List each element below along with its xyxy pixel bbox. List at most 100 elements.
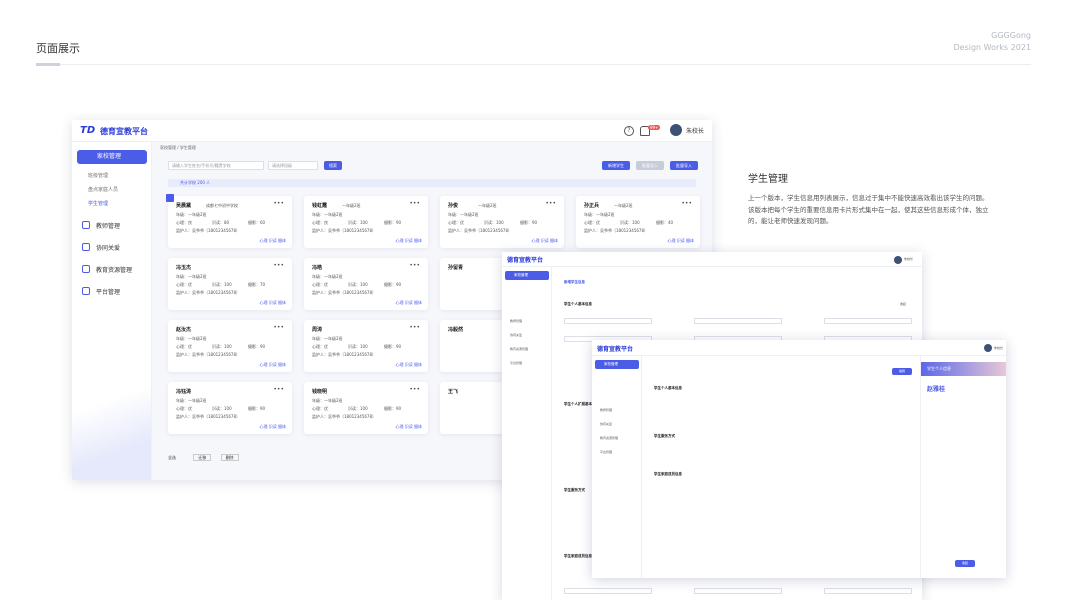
more-options-icon[interactable]: ••• [273, 324, 284, 331]
notification-badge: 99+ [648, 125, 661, 130]
class-select[interactable]: 请选择班级 [268, 161, 318, 170]
student-count: 共计学校 200 人 [168, 179, 696, 187]
guardian-info: 监护人：吴爷爷（18012345678） [176, 352, 240, 357]
card-action-links[interactable]: 心理 识读 摄体 [259, 362, 286, 368]
score-photo: 摄影：60 [248, 220, 266, 225]
sidebar-item-platform[interactable]: 平台管理 [96, 287, 120, 296]
edit-button[interactable]: 编辑 [892, 368, 912, 375]
form-title: 新增学生信息 [564, 280, 585, 284]
score-photo: 摄影：90 [520, 220, 538, 225]
card-action-links[interactable]: 心理 识读 摄体 [259, 300, 286, 306]
student-card[interactable]: 冯皓 ••• 年级：一年级2班 心理：优 识读：100 摄影：90 监护人：吴爷爷（1801… [304, 258, 428, 310]
sidebar-item-resources[interactable]: 教育资源管理 [96, 265, 132, 274]
student-name: 冯皓 [312, 265, 323, 271]
card-action-links[interactable]: 心理 识读 摄体 [395, 300, 422, 306]
score-photo: 摄影：40 [656, 220, 674, 225]
form-sidebar-item-care[interactable]: 协同关爱 [510, 333, 522, 337]
form-field[interactable] [824, 588, 912, 594]
score-reading: 识读：80 [212, 220, 230, 225]
sidebar-item-care[interactable]: 协同关爱 [96, 243, 120, 252]
batch-import-button[interactable]: 批量导入 [670, 161, 698, 170]
student-name: 冯玉杰 [176, 265, 192, 271]
form-field[interactable] [564, 318, 652, 324]
form-field[interactable] [694, 318, 782, 324]
more-options-icon[interactable]: ••• [409, 200, 420, 207]
student-class: 年级：一年级2班 [448, 212, 479, 217]
form-logo: 德育宣教平台 [507, 257, 544, 264]
search-input[interactable]: 请输入学生姓名/手机号/籍贯学校 [168, 161, 264, 170]
form-field[interactable] [694, 588, 782, 594]
add-student-button[interactable]: 新增学生 [602, 161, 630, 170]
card-action-links[interactable]: 心理 识读 摄体 [259, 424, 286, 430]
avatar[interactable] [670, 124, 682, 136]
student-class: 年级：一年级2班 [312, 398, 343, 403]
form-collapse-link[interactable]: 收起 [900, 302, 906, 306]
student-card[interactable]: 孙正兵 一年级2班 ••• 年级：一年级2班 心理：优 识读：100 摄影：40 监护人：吴爷… [576, 196, 700, 248]
student-card[interactable]: 周涛 ••• 年级：一年级2班 心理：优 识读：100 摄影：90 监护人：吴爷爷（1801… [304, 320, 428, 372]
sidebar-item-teachers[interactable]: 教师管理 [96, 221, 120, 230]
card-action-links[interactable]: 心理 识读 摄体 [395, 238, 422, 244]
detail-user-name: 朱校长 [994, 346, 1004, 350]
card-action-links[interactable]: 心理 识读 摄体 [395, 424, 422, 430]
panel-header: 学生个人信息 [921, 362, 1006, 376]
detail-sidebar-active[interactable]: 家校管理 [595, 360, 639, 369]
form-field[interactable] [564, 588, 652, 594]
more-options-icon[interactable]: ••• [273, 386, 284, 393]
student-card[interactable]: 钱晓明 ••• 年级：一年级2班 心理：优 识读：100 摄影：90 监护人：吴爷爷（180… [304, 382, 428, 434]
help-icon[interactable]: ? [624, 126, 634, 136]
student-name: 孙留青 [448, 265, 464, 271]
move-button[interactable]: 迁移 [193, 454, 212, 461]
import-button[interactable]: 批量导入 [636, 161, 664, 170]
student-detail-screen: 德育宣教平台 朱校长 家校管理 教师管理 协同关爱 教育资源管理 平台管理 编辑… [592, 340, 1006, 578]
form-sidebar-item-teachers[interactable]: 教师管理 [510, 319, 522, 323]
more-options-icon[interactable]: ••• [409, 324, 420, 331]
sidebar-item-home-school[interactable]: 家校管理 [77, 150, 147, 164]
form-sidebar-item-platform[interactable]: 平台管理 [510, 361, 522, 365]
sidebar-sub-family[interactable]: 盘点家庭人员 [88, 186, 118, 193]
more-options-icon[interactable]: ••• [409, 386, 420, 393]
more-options-icon[interactable]: ••• [681, 200, 692, 207]
detail-sidebar-item-platform[interactable]: 平台管理 [600, 450, 612, 454]
score-reading: 识读：100 [212, 344, 232, 349]
detail-app-header: 德育宣教平台 朱校长 [592, 340, 1006, 356]
more-options-icon[interactable]: ••• [409, 262, 420, 269]
score-psych: 心理：优 [312, 406, 328, 411]
card-action-links[interactable]: 心理 识读 摄体 [259, 238, 286, 244]
guardian-info: 监护人：吴爷爷（18012345678） [312, 290, 376, 295]
student-card[interactable]: 冯钰涛 ••• 年级：一年级2班 心理：优 识读：100 摄影：90 监护人：吴爷爷（180… [168, 382, 292, 434]
more-options-icon[interactable]: ••• [273, 262, 284, 269]
breadcrumb: 家校管理 / 学生管理 [160, 145, 196, 150]
brand-credit: GGGGong Design Works 2021 [954, 30, 1032, 54]
detail-avatar [984, 344, 992, 352]
student-card[interactable]: 冯玉杰 ••• 年级：一年级2班 心理：优 识读：100 摄影：70 监护人：吴爷爷（180… [168, 258, 292, 310]
score-reading: 识读：100 [212, 406, 232, 411]
more-options-icon[interactable]: ••• [545, 200, 556, 207]
student-name: 王飞 [448, 389, 459, 395]
student-card[interactable]: 孙俊 一年级2班 ••• 年级：一年级2班 心理：优 识读：100 摄影：90 监护人：吴爷爷… [440, 196, 564, 248]
teacher-icon [82, 221, 90, 229]
delete-button[interactable]: 删除 [220, 454, 239, 461]
sidebar-sub-class[interactable]: 班级管理 [88, 172, 108, 179]
detail-sidebar-item-resources[interactable]: 教育资源管理 [600, 436, 618, 440]
score-psych: 心理：优 [176, 282, 192, 287]
more-options-icon[interactable]: ••• [273, 200, 284, 207]
card-action-links[interactable]: 心理 识读 摄体 [395, 362, 422, 368]
student-card[interactable]: 赵汝杰 ••• 年级：一年级2班 心理：优 识读：100 摄影：90 监护人：吴爷爷（180… [168, 320, 292, 372]
sidebar-sub-students[interactable]: 学生管理 [88, 200, 108, 207]
search-button[interactable]: 搜索 [324, 161, 342, 170]
detail-sidebar-item-teachers[interactable]: 教师管理 [600, 408, 612, 412]
detail-section-basic: 学生个人基本信息 [654, 386, 682, 390]
card-checkbox[interactable] [166, 194, 174, 202]
detail-sidebar-item-care[interactable]: 协同关爱 [600, 422, 612, 426]
form-field[interactable] [824, 318, 912, 324]
student-card[interactable]: 吴晨黛 成都七中初中学校 ••• 年级：一年级2班 心理：良 识读：80 摄影：60 监护人：… [166, 194, 292, 248]
brand-line-1: GGGGong [991, 31, 1031, 40]
user-name[interactable]: 朱校长 [686, 126, 704, 135]
close-panel-button[interactable]: 收起 [955, 560, 975, 567]
form-sidebar-active[interactable]: 家校管理 [505, 271, 549, 280]
student-card[interactable]: 钱虹霞 一年级2班 ••• 年级：一年级2班 心理：良 识读：100 摄影：90 监护人：吴爷… [304, 196, 428, 248]
select-all-checkbox[interactable]: 全选 [168, 455, 176, 460]
card-action-links[interactable]: 心理 识读 摄体 [531, 238, 558, 244]
card-action-links[interactable]: 心理 识读 摄体 [667, 238, 694, 244]
form-sidebar-item-resources[interactable]: 教育资源管理 [510, 347, 528, 351]
